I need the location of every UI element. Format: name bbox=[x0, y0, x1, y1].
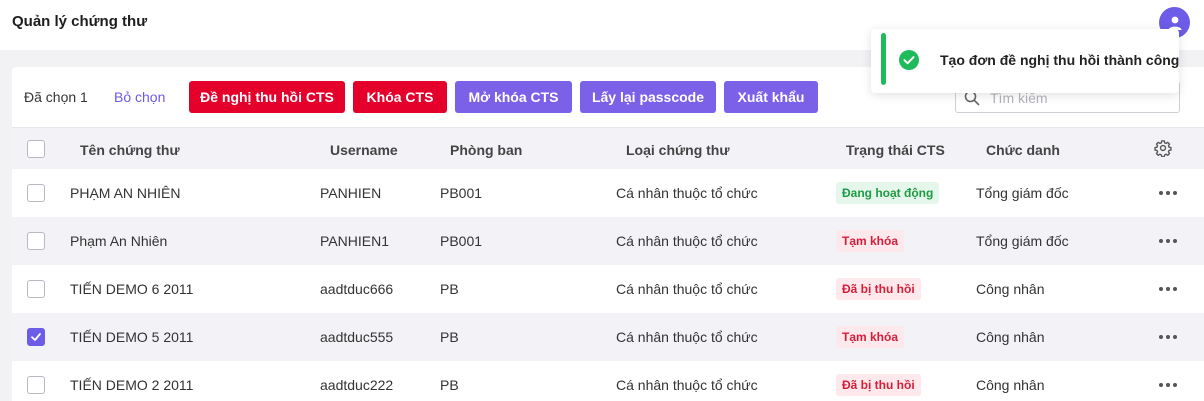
row-checkbox-checked[interactable] bbox=[27, 328, 45, 346]
lock-cts-button[interactable]: Khóa CTS bbox=[353, 81, 447, 113]
status-badge: Tạm khóa bbox=[836, 230, 905, 252]
cell-username: PANHIEN bbox=[320, 185, 382, 201]
status-badge: Đã bị thu hồi bbox=[836, 278, 921, 300]
cell-cert-type: Cá nhân thuộc tổ chức bbox=[616, 185, 758, 201]
get-passcode-button[interactable]: Lấy lại passcode bbox=[580, 81, 716, 113]
cell-department: PB bbox=[440, 281, 459, 297]
table-row[interactable]: TIẾN DEMO 2 2011 aadtduc222 PB Cá nhân t… bbox=[12, 361, 1204, 401]
cell-cert-type: Cá nhân thuộc tổ chức bbox=[616, 377, 758, 393]
deselect-link[interactable]: Bỏ chọn bbox=[114, 89, 165, 105]
cell-name: Phạm An Nhiên bbox=[70, 233, 168, 249]
column-header-status[interactable]: Trạng thái CTS bbox=[846, 142, 945, 158]
table-row[interactable]: PHẠM AN NHIÊN PANHIEN PB001 Cá nhân thuộ… bbox=[12, 169, 1204, 217]
toast-accent-bar bbox=[881, 33, 886, 85]
cell-position: Tổng giám đốc bbox=[976, 233, 1069, 249]
status-badge: Tạm khóa bbox=[836, 326, 905, 348]
status-badge: Đã bị thu hồi bbox=[836, 374, 921, 396]
cell-position: Công nhân bbox=[976, 377, 1045, 393]
table-row[interactable]: Phạm An Nhiên PANHIEN1 PB001 Cá nhân thu… bbox=[12, 217, 1204, 265]
page-title: Quản lý chứng thư bbox=[12, 13, 148, 30]
cell-username: aadtduc555 bbox=[320, 329, 394, 345]
cell-name: TIẾN DEMO 5 2011 bbox=[70, 329, 194, 345]
row-checkbox[interactable] bbox=[27, 376, 45, 394]
cell-department: PB bbox=[440, 329, 459, 345]
cell-position: Công nhân bbox=[976, 281, 1045, 297]
table-row[interactable]: TIẾN DEMO 6 2011 aadtduc666 PB Cá nhân t… bbox=[12, 265, 1204, 313]
column-header-position[interactable]: Chức danh bbox=[986, 142, 1060, 158]
cell-department: PB001 bbox=[440, 233, 483, 249]
cell-department: PB001 bbox=[440, 185, 483, 201]
table-header: Tên chứng thư Username Phòng ban Loại ch… bbox=[12, 127, 1204, 169]
column-header-username[interactable]: Username bbox=[330, 142, 398, 158]
cell-name: PHẠM AN NHIÊN bbox=[70, 185, 181, 201]
select-all-checkbox[interactable] bbox=[27, 140, 45, 158]
cell-position: Công nhân bbox=[976, 329, 1045, 345]
status-badge: Đang hoạt động bbox=[836, 182, 940, 204]
success-toast: Tạo đơn đề nghị thu hồi thành công bbox=[871, 29, 1179, 93]
column-header-cert-type[interactable]: Loại chứng thư bbox=[626, 142, 730, 158]
more-actions-icon[interactable] bbox=[1159, 328, 1177, 346]
cell-cert-type: Cá nhân thuộc tổ chức bbox=[616, 281, 758, 297]
column-header-department[interactable]: Phòng ban bbox=[450, 142, 522, 158]
more-actions-icon[interactable] bbox=[1159, 280, 1177, 298]
revoke-request-button[interactable]: Đề nghị thu hồi CTS bbox=[189, 81, 345, 113]
more-actions-icon[interactable] bbox=[1159, 232, 1177, 250]
cell-department: PB bbox=[440, 377, 459, 393]
unlock-cts-button[interactable]: Mở khóa CTS bbox=[455, 81, 572, 113]
cell-username: aadtduc666 bbox=[320, 281, 394, 297]
cell-name: TIẾN DEMO 6 2011 bbox=[70, 281, 194, 297]
selected-count: Đã chọn 1 bbox=[24, 89, 88, 105]
table-row[interactable]: TIẾN DEMO 5 2011 aadtduc555 PB Cá nhân t… bbox=[12, 313, 1204, 361]
check-circle-icon bbox=[899, 50, 919, 70]
cell-position: Tổng giám đốc bbox=[976, 185, 1069, 201]
cell-cert-type: Cá nhân thuộc tổ chức bbox=[616, 329, 758, 345]
more-actions-icon[interactable] bbox=[1159, 184, 1177, 202]
cell-username: PANHIEN1 bbox=[320, 233, 389, 249]
column-header-name[interactable]: Tên chứng thư bbox=[80, 142, 180, 158]
gear-icon[interactable] bbox=[1154, 139, 1172, 157]
cell-name: TIẾN DEMO 2 2011 bbox=[70, 377, 194, 393]
row-checkbox[interactable] bbox=[27, 280, 45, 298]
toast-message: Tạo đơn đề nghị thu hồi thành công bbox=[940, 52, 1180, 68]
more-actions-icon[interactable] bbox=[1159, 376, 1177, 394]
row-checkbox[interactable] bbox=[27, 184, 45, 202]
export-button[interactable]: Xuất khẩu bbox=[724, 81, 818, 113]
checkmark-icon bbox=[31, 333, 41, 341]
cell-username: aadtduc222 bbox=[320, 377, 394, 393]
row-checkbox[interactable] bbox=[27, 232, 45, 250]
cell-cert-type: Cá nhân thuộc tổ chức bbox=[616, 233, 758, 249]
